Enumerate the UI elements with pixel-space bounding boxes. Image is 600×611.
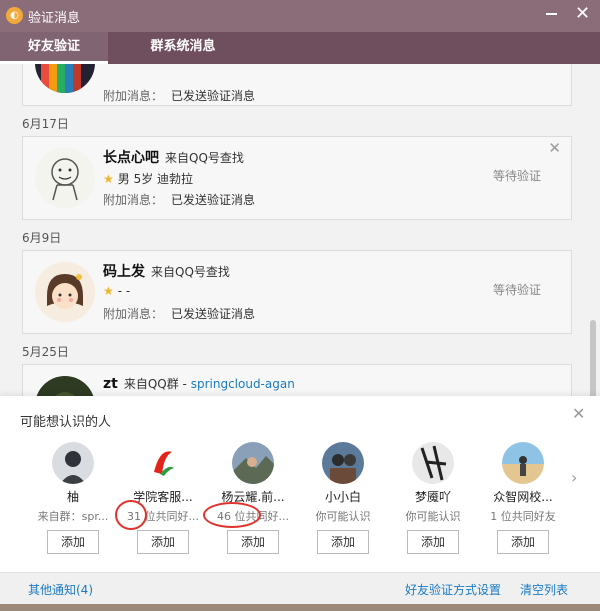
scrollbar-thumb[interactable] (590, 320, 596, 400)
close-icon[interactable]: ✕ (575, 4, 590, 24)
person-name: 梦魇吖 (414, 490, 451, 504)
contact-info: ★ - - (103, 284, 131, 298)
tab-friend-verify[interactable]: 好友验证 (0, 32, 108, 64)
person-name: 柚 (66, 490, 79, 504)
contact-name: 长点心吧 来自QQ号查找 (103, 150, 244, 166)
request-card[interactable]: 附加消息： 已发送验证消息 (22, 64, 572, 106)
person-detail: 来自群：spr... (37, 510, 109, 523)
person-detail: 你可能认识 (405, 510, 461, 523)
close-icon[interactable]: ✕ (572, 404, 585, 423)
add-friend-button[interactable]: 添加 (407, 530, 459, 554)
other-notices-link[interactable]: 其他通知(4) (28, 581, 93, 598)
group-link[interactable]: springcloud-agan (191, 377, 295, 391)
recommend-panel: 可能想认识的人 ✕ › 柚 来自群：spr... 添加 学院客服... 31 位… (0, 396, 600, 572)
minimize-button[interactable] (546, 13, 557, 15)
avatar[interactable] (142, 442, 184, 484)
person-name: 众智网校... (493, 490, 553, 504)
add-friend-button[interactable]: 添加 (137, 530, 189, 554)
suggested-person: 梦魇吖 你可能认识 添加 (390, 442, 476, 558)
suggested-person: 柚 来自群：spr... 添加 (30, 442, 116, 558)
request-card[interactable]: 码上发 来自QQ号查找 ★ - - 附加消息： 已发送验证消息 等待验证 (22, 250, 572, 334)
attach-message: 附加消息： 已发送验证消息 (103, 89, 256, 103)
avatar (35, 262, 95, 322)
status-label: 等待验证 (492, 283, 541, 297)
status-label: 等待验证 (492, 169, 541, 183)
suggested-person: 小小白 你可能认识 添加 (300, 442, 386, 558)
close-icon[interactable]: ✕ (548, 139, 561, 157)
avatar[interactable] (502, 442, 544, 484)
person-name: 小小白 (324, 490, 361, 504)
tab-bar: 好友验证 群系统消息 (0, 32, 600, 64)
attach-message: 附加消息： 已发送验证消息 (103, 307, 256, 321)
window-edge (0, 604, 600, 611)
tab-group-system[interactable]: 群系统消息 (120, 32, 246, 64)
avatar (35, 64, 95, 93)
contact-source: 来自QQ群 - springcloud-agan (123, 377, 295, 391)
clear-list-link[interactable]: 清空列表 (520, 581, 568, 598)
date-label: 6月17日 (22, 117, 69, 131)
chevron-right-icon[interactable]: › (571, 468, 577, 487)
avatar[interactable] (52, 442, 94, 484)
contact-source: 来自QQ号查找 (165, 151, 244, 165)
contact-name: 码上发 来自QQ号查找 (103, 264, 230, 280)
add-friend-button[interactable]: 添加 (227, 530, 279, 554)
request-card[interactable]: ✕ 长点心吧 来自QQ号查找 ★ 男 5岁 迪勃拉 附加消息： 已发送验证消息 等待验… (22, 136, 572, 220)
contact-name: zt 来自QQ群 - springcloud-agan (103, 376, 295, 392)
avatar[interactable] (232, 442, 274, 484)
footer-bar: 其他通知(4) 好友验证方式设置 清空列表 (0, 572, 600, 604)
suggested-person: 杨云耀.前... 46 位共同好... 添加 (210, 442, 296, 558)
add-friend-button[interactable]: 添加 (47, 530, 99, 554)
verify-settings-link[interactable]: 好友验证方式设置 (405, 581, 501, 598)
star-icon: ★ (103, 284, 114, 298)
contact-source: 来自QQ号查找 (151, 265, 230, 279)
avatar[interactable] (412, 442, 454, 484)
star-icon: ★ (103, 172, 114, 186)
avatar (35, 148, 95, 208)
date-label: 6月9日 (22, 231, 62, 245)
avatar[interactable] (322, 442, 364, 484)
person-detail: 你可能认识 (315, 510, 371, 523)
annotation-circle (115, 500, 147, 530)
add-friend-button[interactable]: 添加 (317, 530, 369, 554)
attach-message: 附加消息： 已发送验证消息 (103, 193, 256, 207)
annotation-circle (203, 502, 261, 528)
qq-speaker-icon: ◐ (6, 7, 23, 24)
date-label: 5月25日 (22, 345, 69, 359)
recommend-title: 可能想认识的人 (20, 415, 112, 430)
contact-info: ★ 男 5岁 迪勃拉 (103, 172, 194, 186)
window-title: 验证消息 (28, 11, 81, 26)
person-detail: 1 位共同好友 (490, 510, 556, 523)
suggested-person: 众智网校... 1 位共同好友 添加 (480, 442, 566, 558)
title-bar: ◐ 验证消息 ✕ (0, 0, 600, 32)
add-friend-button[interactable]: 添加 (497, 530, 549, 554)
